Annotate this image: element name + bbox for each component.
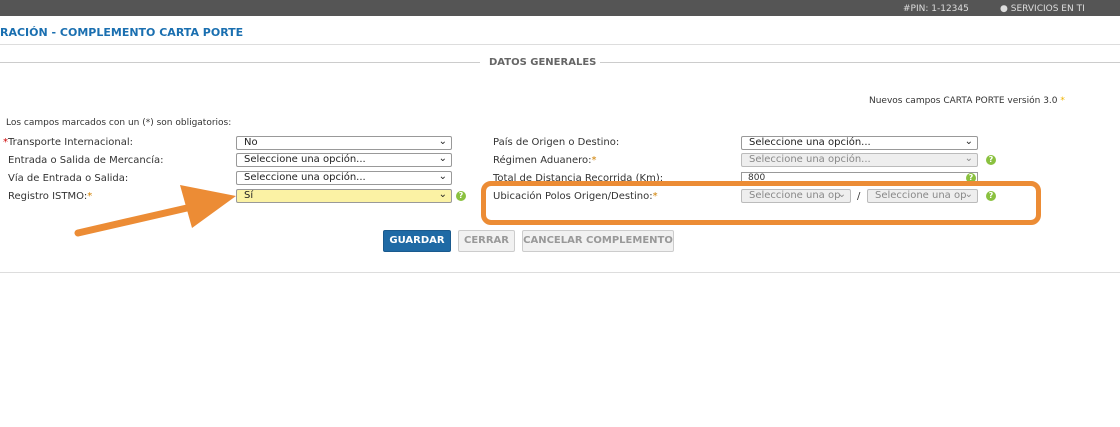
save-button[interactable]: GUARDAR [383,230,451,252]
cancel-complement-button[interactable]: CANCELAR COMPLEMENTO [522,230,674,252]
close-button[interactable]: CERRAR [458,230,515,252]
content-divider [0,272,1120,273]
arrow-annotation [74,185,236,237]
